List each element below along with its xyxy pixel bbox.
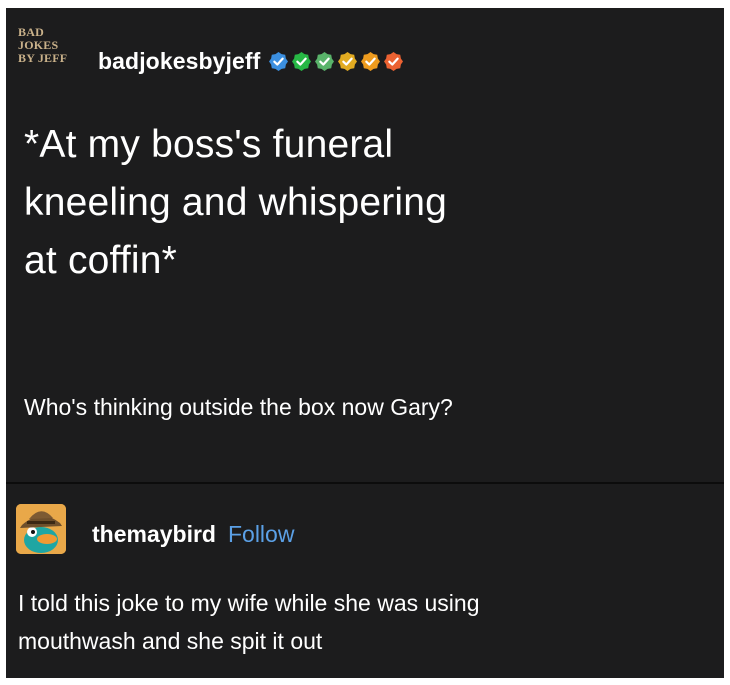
headline-line: kneeling and whispering (24, 181, 448, 224)
reblog-comment: themaybird Follow I told this joke to my… (6, 484, 724, 678)
post-body: Who's thinking outside the box now Gary? (24, 394, 453, 420)
post-headline: *At my boss's funeral kneeling and whisp… (24, 116, 714, 290)
badge-green-icon[interactable] (292, 51, 312, 71)
post: BAD JOKES BY JEFF badjokesbyjeff *At my … (6, 8, 724, 482)
reply-line: I told this joke to my wife while she wa… (18, 590, 480, 616)
blog-avatar-logo[interactable]: BAD JOKES BY JEFF (18, 26, 76, 65)
logo-line: BY JEFF (18, 51, 68, 65)
badge-group (265, 51, 404, 71)
reply-username[interactable]: themaybird (92, 521, 216, 548)
author-name[interactable]: badjokesbyjeff (98, 48, 260, 75)
badge-red-icon[interactable] (384, 51, 404, 71)
badge-yellow-icon[interactable] (338, 51, 358, 71)
screenshot-frame: BAD JOKES BY JEFF badjokesbyjeff *At my … (6, 8, 724, 678)
reply-line: mouthwash and she spit it out (18, 628, 323, 654)
post-header: badjokesbyjeff (98, 46, 404, 76)
reply-header: themaybird Follow (92, 519, 294, 549)
follow-button[interactable]: Follow (228, 521, 294, 548)
verified-badge-icon[interactable] (269, 51, 289, 71)
headline-line: *At my boss's funeral (24, 123, 394, 166)
badge-teal-icon[interactable] (315, 51, 335, 71)
platypus-avatar-icon (16, 504, 66, 554)
reply-text: I told this joke to my wife while she wa… (18, 584, 718, 660)
badge-orange-icon[interactable] (361, 51, 381, 71)
headline-line: at coffin* (24, 239, 178, 282)
user-avatar[interactable] (16, 504, 66, 554)
